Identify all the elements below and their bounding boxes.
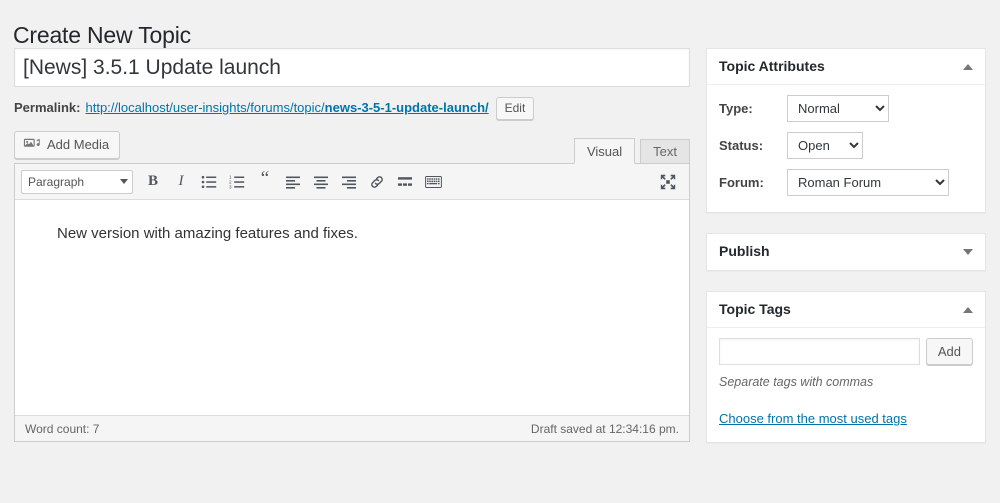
page-title: Create New Topic: [13, 22, 191, 49]
permalink-label: Permalink:: [14, 100, 81, 115]
topic-tags-title: Topic Tags: [719, 300, 791, 317]
word-count: Word count: 7: [25, 421, 100, 436]
edit-permalink-button[interactable]: Edit: [495, 96, 535, 120]
editor-toolbar: Paragraph B I 1 2 3 “: [15, 164, 689, 200]
topic-type-label: Type:: [719, 101, 753, 116]
topic-attributes-title: Topic Attributes: [719, 57, 825, 74]
topic-tags-header[interactable]: Topic Tags: [707, 292, 985, 328]
topic-type-row: Type: Normal: [719, 95, 973, 122]
postbox-topic-attributes: Topic Attributes Type: Normal Status: Op…: [706, 48, 986, 213]
topic-attributes-header[interactable]: Topic Attributes: [707, 49, 985, 85]
tinymce-editor: Paragraph B I 1 2 3 “ New version with a…: [14, 163, 690, 442]
topic-forum-label: Forum:: [719, 175, 764, 190]
topic-title-input[interactable]: [14, 48, 690, 87]
align-center-icon[interactable]: [307, 169, 335, 195]
chevron-down-icon[interactable]: [963, 249, 973, 255]
add-media-icon: [23, 136, 41, 154]
chevron-up-icon[interactable]: [963, 306, 973, 313]
align-left-icon[interactable]: [279, 169, 307, 195]
postbox-topic-tags: Topic Tags Add Separate tags with commas…: [706, 291, 986, 443]
editor-statusbar: Word count: 7 Draft saved at 12:34:16 pm…: [15, 415, 689, 441]
draft-saved-status: Draft saved at 12:34:16 pm.: [530, 421, 679, 436]
toolbar-toggle-icon[interactable]: [419, 169, 447, 195]
permalink-slug: news-3-5-1-update-launch/: [324, 100, 489, 115]
distraction-free-writing-icon[interactable]: [655, 169, 681, 195]
choose-most-used-tags-link[interactable]: Choose from the most used tags: [719, 411, 907, 426]
bulleted-list-icon[interactable]: [195, 169, 223, 195]
editor-paragraph: New version with amazing features and fi…: [57, 225, 358, 242]
insert-read-more-icon[interactable]: [391, 169, 419, 195]
topic-attributes-body: Type: Normal Status: Open Forum: Roman F…: [707, 85, 985, 212]
permalink-row: Permalink: http://localhost/user-insight…: [14, 96, 690, 120]
numbered-list-icon[interactable]: 1 2 3: [223, 169, 251, 195]
add-media-label: Add Media: [47, 137, 110, 152]
editor-content-area[interactable]: New version with amazing features and fi…: [15, 200, 689, 415]
chevron-down-icon: [120, 179, 128, 184]
paragraph-format-value: Paragraph: [28, 174, 85, 189]
topic-status-label: Status:: [719, 138, 764, 153]
tag-entry-row: Add: [719, 338, 973, 365]
postbox-publish: Publish: [706, 233, 986, 271]
tag-hint-text: Separate tags with commas: [719, 375, 874, 389]
tab-visual[interactable]: Visual: [573, 138, 636, 164]
post-editor-column: Permalink: http://localhost/user-insight…: [14, 48, 690, 442]
media-buttons-row: Add Media Visual Text: [14, 131, 690, 164]
sidebar-column: Topic Attributes Type: Normal Status: Op…: [706, 48, 986, 463]
align-right-icon[interactable]: [335, 169, 363, 195]
add-media-button[interactable]: Add Media: [14, 131, 121, 159]
publish-title: Publish: [719, 243, 770, 260]
bold-icon[interactable]: B: [139, 169, 167, 195]
add-tag-button[interactable]: Add: [925, 338, 973, 365]
permalink-link[interactable]: http://localhost/user-insights/forums/to…: [85, 99, 488, 117]
topic-forum-select[interactable]: Roman Forum: [787, 169, 949, 196]
topic-type-select[interactable]: Normal: [787, 95, 889, 122]
wp-admin-create-topic-page: Create New Topic Permalink: http://local…: [0, 0, 1000, 503]
italic-icon[interactable]: I: [167, 169, 195, 195]
topic-status-select[interactable]: Open: [787, 132, 863, 159]
topic-status-row: Status: Open: [719, 132, 973, 159]
paragraph-format-select[interactable]: Paragraph: [21, 169, 133, 194]
topic-tags-body: Add Separate tags with commas Choose fro…: [707, 328, 985, 442]
publish-header[interactable]: Publish: [707, 234, 985, 270]
tab-text[interactable]: Text: [640, 139, 690, 164]
editor-mode-tabs: Visual Text: [569, 136, 690, 164]
svg-text:3: 3: [229, 184, 232, 189]
topic-forum-row: Forum: Roman Forum: [719, 169, 973, 196]
chevron-up-icon[interactable]: [963, 63, 973, 70]
blockquote-icon[interactable]: “: [251, 169, 279, 195]
link-icon[interactable]: [363, 169, 391, 195]
new-tag-input[interactable]: [719, 338, 920, 365]
permalink-base: http://localhost/user-insights/forums/to…: [85, 100, 325, 115]
